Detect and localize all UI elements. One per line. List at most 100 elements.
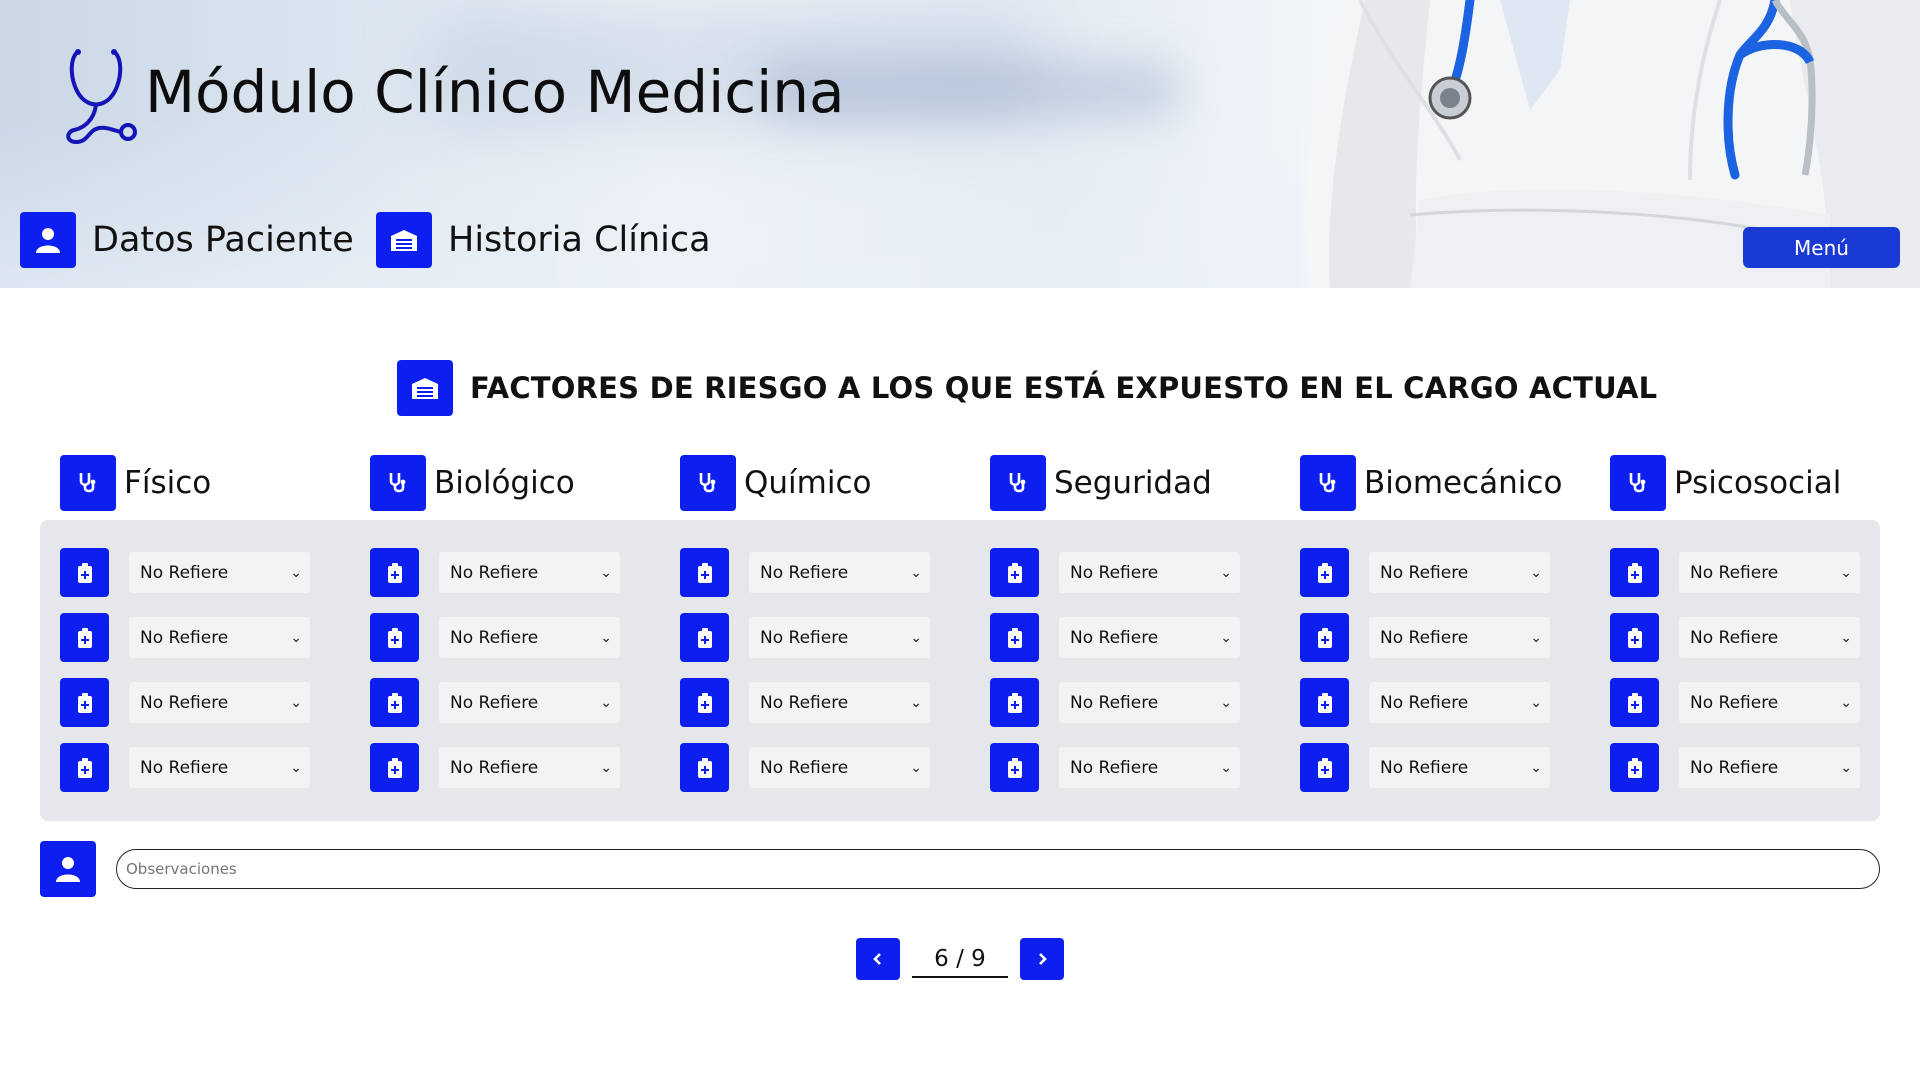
risk-select[interactable]: No Refiere ⌄ xyxy=(1059,552,1240,593)
user-icon xyxy=(20,212,76,268)
clinic-icon xyxy=(397,360,453,416)
risk-row-biomecanico-1: No Refiere ⌄ xyxy=(1300,548,1550,597)
chevron-down-icon: ⌄ xyxy=(290,629,302,646)
clipboard-icon[interactable] xyxy=(1610,613,1659,662)
clipboard-icon[interactable] xyxy=(1610,678,1659,727)
clipboard-icon[interactable] xyxy=(60,743,109,792)
risk-select[interactable]: No Refiere ⌄ xyxy=(1369,617,1550,658)
clipboard-icon[interactable] xyxy=(1610,743,1659,792)
risk-select-value: No Refiere xyxy=(450,757,539,778)
app-title: Módulo Clínico Medicina xyxy=(145,58,845,126)
observaciones-input[interactable] xyxy=(116,849,1880,889)
clipboard-icon[interactable] xyxy=(370,678,419,727)
risk-select[interactable]: No Refiere ⌄ xyxy=(439,552,620,593)
category-psicosocial: Psicosocial xyxy=(1610,455,1841,511)
risk-row-psicosocial-2: No Refiere ⌄ xyxy=(1610,613,1860,662)
risk-select-value: No Refiere xyxy=(1380,757,1469,778)
category-label: Biomecánico xyxy=(1364,465,1563,501)
clipboard-icon[interactable] xyxy=(680,743,729,792)
risk-select[interactable]: No Refiere ⌄ xyxy=(1059,682,1240,723)
chevron-down-icon: ⌄ xyxy=(600,629,612,646)
clipboard-icon[interactable] xyxy=(1300,613,1349,662)
prev-page-button[interactable] xyxy=(856,938,900,980)
risk-row-biomecanico-2: No Refiere ⌄ xyxy=(1300,613,1550,662)
risk-select[interactable]: No Refiere ⌄ xyxy=(749,747,930,788)
stethoscope-icon xyxy=(370,455,426,511)
risk-select[interactable]: No Refiere ⌄ xyxy=(439,617,620,658)
risk-select[interactable]: No Refiere ⌄ xyxy=(439,682,620,723)
risk-select[interactable]: No Refiere ⌄ xyxy=(1679,552,1860,593)
clipboard-icon[interactable] xyxy=(680,548,729,597)
risk-select[interactable]: No Refiere ⌄ xyxy=(1679,617,1860,658)
clipboard-icon[interactable] xyxy=(990,613,1039,662)
next-page-button[interactable] xyxy=(1020,938,1064,980)
stethoscope-icon xyxy=(1610,455,1666,511)
risk-select-value: No Refiere xyxy=(140,692,229,713)
risk-select[interactable]: No Refiere ⌄ xyxy=(129,682,310,723)
chevron-down-icon: ⌄ xyxy=(1220,564,1232,581)
clipboard-icon[interactable] xyxy=(680,678,729,727)
risk-select-value: No Refiere xyxy=(1380,692,1469,713)
clipboard-icon[interactable] xyxy=(370,743,419,792)
chevron-down-icon: ⌄ xyxy=(290,564,302,581)
risk-select[interactable]: No Refiere ⌄ xyxy=(749,552,930,593)
nav-historia-clinica[interactable]: Historia Clínica xyxy=(376,212,711,268)
chevron-down-icon: ⌄ xyxy=(1840,759,1852,776)
risk-select-value: No Refiere xyxy=(140,562,229,583)
risk-select[interactable]: No Refiere ⌄ xyxy=(129,617,310,658)
clipboard-icon[interactable] xyxy=(990,548,1039,597)
risk-select[interactable]: No Refiere ⌄ xyxy=(1059,747,1240,788)
risk-select-value: No Refiere xyxy=(760,562,849,583)
clipboard-icon[interactable] xyxy=(1300,548,1349,597)
risk-select[interactable]: No Refiere ⌄ xyxy=(439,747,620,788)
chevron-down-icon: ⌄ xyxy=(600,759,612,776)
category-biomecanico: Biomecánico xyxy=(1300,455,1562,511)
chevron-down-icon: ⌄ xyxy=(1840,629,1852,646)
risk-row-seguridad-1: No Refiere ⌄ xyxy=(990,548,1240,597)
clipboard-icon[interactable] xyxy=(60,613,109,662)
risk-select[interactable]: No Refiere ⌄ xyxy=(1059,617,1240,658)
risk-select[interactable]: No Refiere ⌄ xyxy=(749,682,930,723)
clipboard-icon[interactable] xyxy=(680,613,729,662)
clipboard-icon[interactable] xyxy=(370,548,419,597)
risk-select[interactable]: No Refiere ⌄ xyxy=(1679,682,1860,723)
risk-select-value: No Refiere xyxy=(1070,757,1159,778)
risk-select-value: No Refiere xyxy=(1070,692,1159,713)
risk-select[interactable]: No Refiere ⌄ xyxy=(1369,552,1550,593)
risk-select[interactable]: No Refiere ⌄ xyxy=(749,617,930,658)
clipboard-icon[interactable] xyxy=(60,678,109,727)
risk-select[interactable]: No Refiere ⌄ xyxy=(129,747,310,788)
clipboard-icon[interactable] xyxy=(1610,548,1659,597)
chevron-down-icon: ⌄ xyxy=(1220,629,1232,646)
risk-select-value: No Refiere xyxy=(1690,562,1779,583)
chevron-down-icon: ⌄ xyxy=(910,564,922,581)
clipboard-icon[interactable] xyxy=(990,678,1039,727)
category-seguridad: Seguridad xyxy=(990,455,1212,511)
risk-row-psicosocial-1: No Refiere ⌄ xyxy=(1610,548,1860,597)
clinic-icon xyxy=(376,212,432,268)
risk-select-value: No Refiere xyxy=(140,627,229,648)
risk-row-biologico-3: No Refiere ⌄ xyxy=(370,678,620,727)
nav-datos-paciente-label: Datos Paciente xyxy=(92,220,354,260)
clipboard-icon[interactable] xyxy=(60,548,109,597)
category-label: Psicosocial xyxy=(1674,465,1842,501)
risk-select-value: No Refiere xyxy=(1380,627,1469,648)
menu-button[interactable]: Menú xyxy=(1743,227,1900,268)
nav-datos-paciente[interactable]: Datos Paciente xyxy=(20,212,354,268)
risk-select[interactable]: No Refiere ⌄ xyxy=(129,552,310,593)
risk-row-fisico-3: No Refiere ⌄ xyxy=(60,678,310,727)
chevron-down-icon: ⌄ xyxy=(910,759,922,776)
category-biologico: Biológico xyxy=(370,455,575,511)
clipboard-icon[interactable] xyxy=(1300,678,1349,727)
risk-select[interactable]: No Refiere ⌄ xyxy=(1679,747,1860,788)
clipboard-icon[interactable] xyxy=(990,743,1039,792)
chevron-down-icon: ⌄ xyxy=(290,759,302,776)
clipboard-icon[interactable] xyxy=(370,613,419,662)
risk-row-biologico-4: No Refiere ⌄ xyxy=(370,743,620,792)
clipboard-icon[interactable] xyxy=(1300,743,1349,792)
risk-row-psicosocial-3: No Refiere ⌄ xyxy=(1610,678,1860,727)
category-label: Físico xyxy=(124,465,212,501)
risk-select[interactable]: No Refiere ⌄ xyxy=(1369,682,1550,723)
risk-select[interactable]: No Refiere ⌄ xyxy=(1369,747,1550,788)
chevron-down-icon: ⌄ xyxy=(910,694,922,711)
